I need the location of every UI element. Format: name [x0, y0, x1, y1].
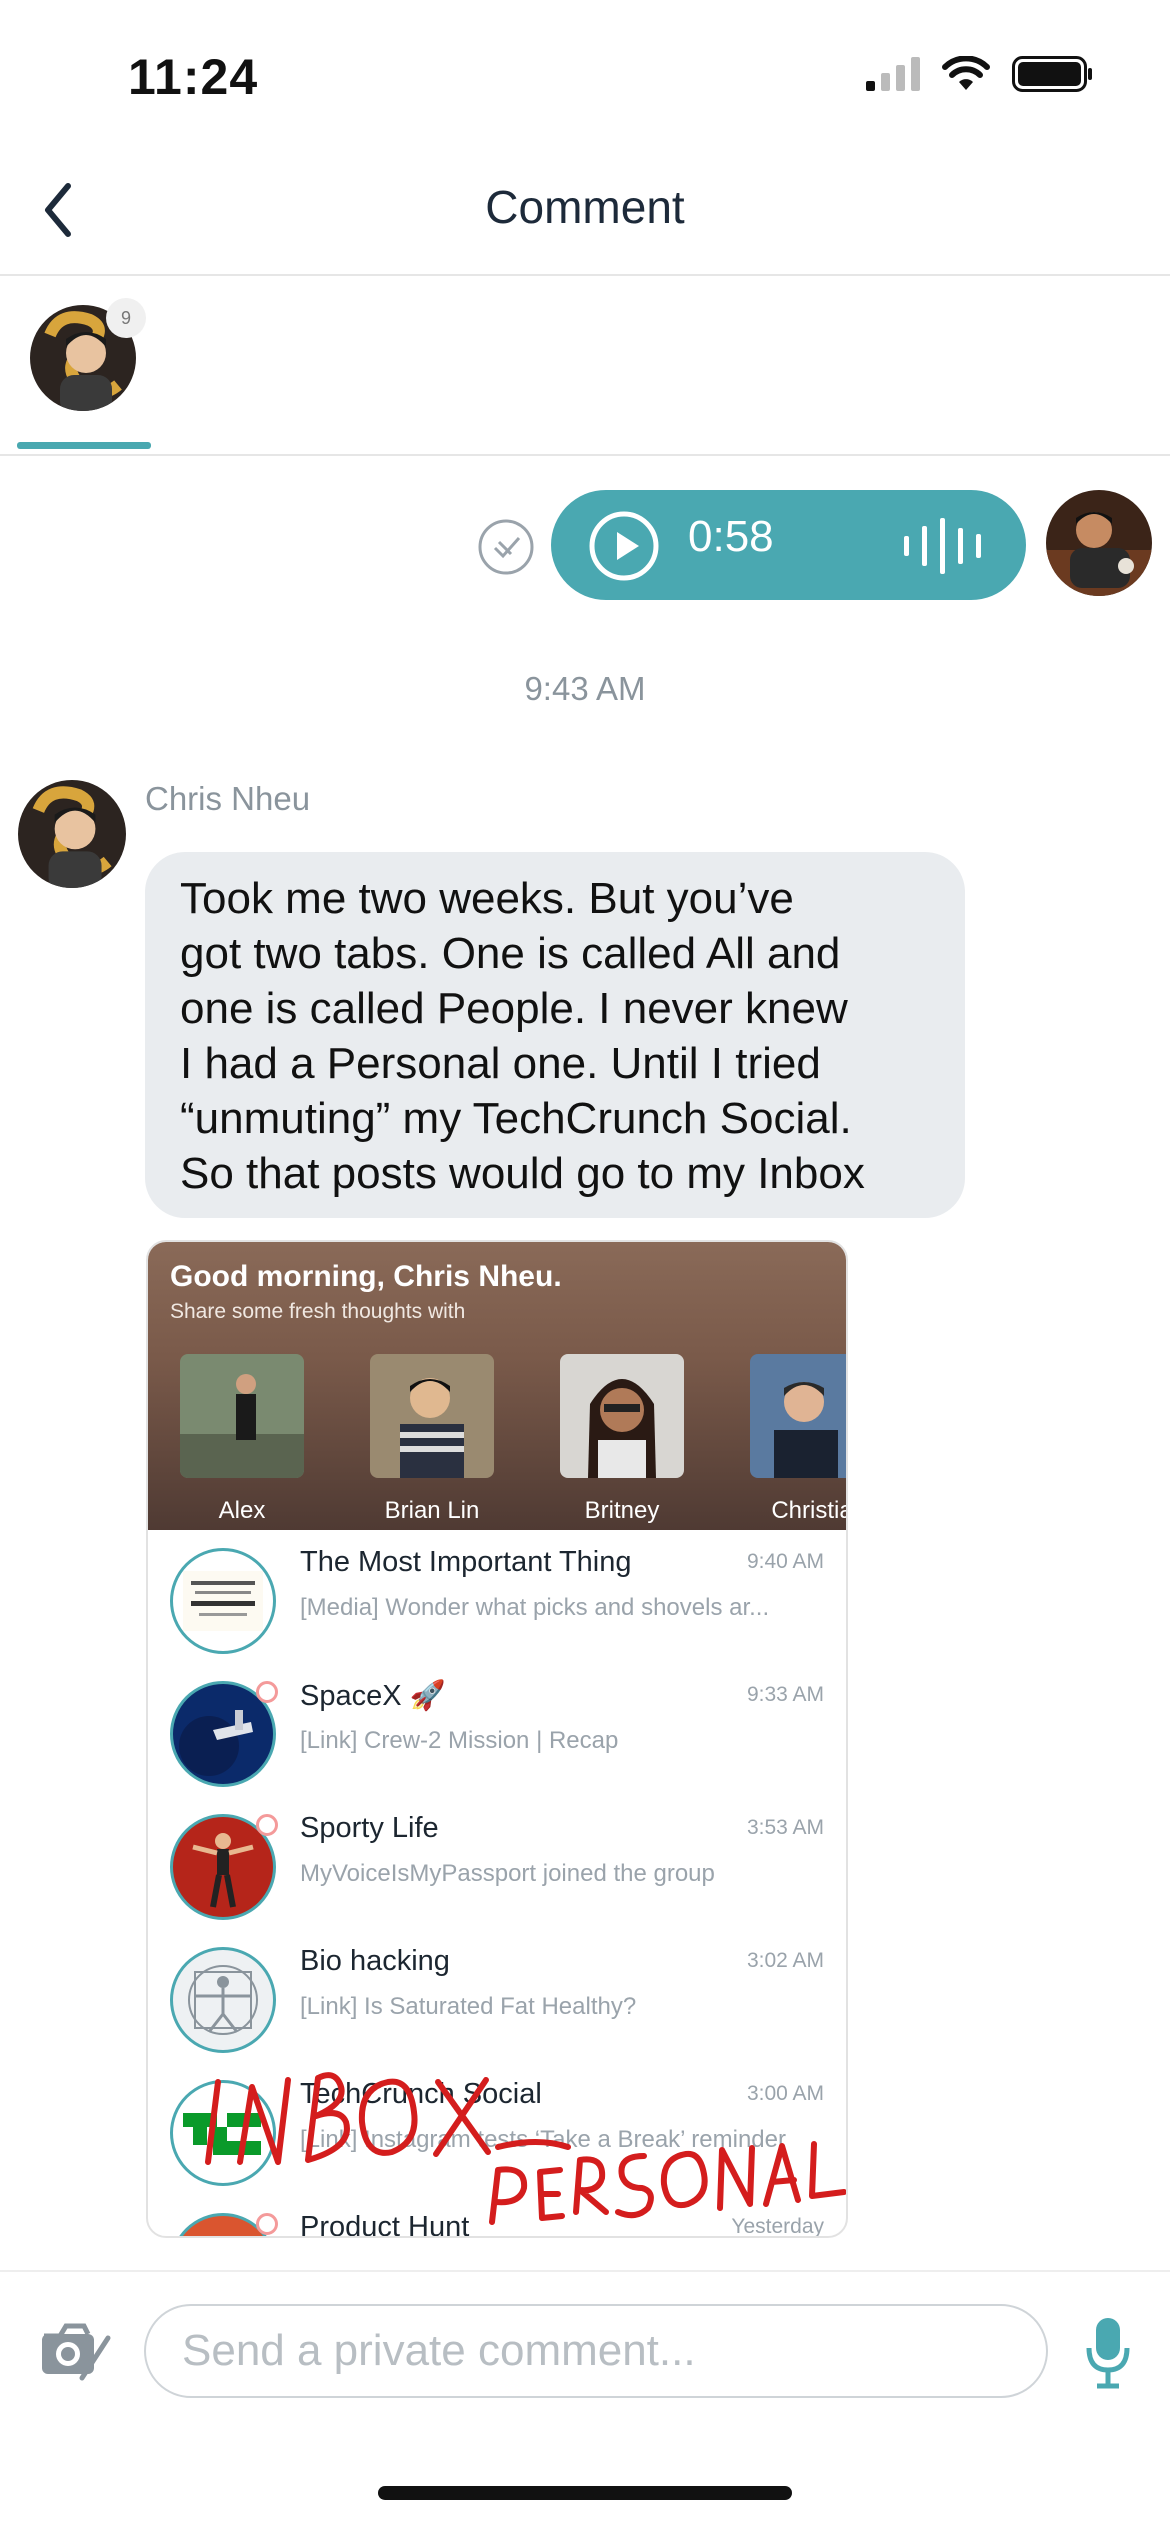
play-icon[interactable]	[588, 510, 660, 582]
mic-icon[interactable]	[1085, 2316, 1131, 2390]
screenshot-attachment[interactable]: Good morning, Chris Nheu. Share some fre…	[146, 1240, 848, 2238]
sender-name: Chris Nheu	[145, 780, 311, 817]
voice-duration: 0:58	[688, 512, 774, 561]
tabs-divider	[0, 454, 1170, 456]
message-line: Took me two weeks. But you’ve	[180, 874, 794, 923]
wifi-icon	[942, 56, 990, 90]
avatar	[1046, 490, 1152, 596]
handwritten-annotation	[205, 2072, 846, 2225]
message-line: got two tabs. One is called All and	[180, 929, 841, 978]
message-text: Took me two weeks. But you’ve got two ta…	[180, 871, 960, 1201]
composer-divider	[0, 2270, 1170, 2272]
message-line: “unmuting” my TechCrunch Social.	[180, 1094, 852, 1143]
waveform-icon	[904, 518, 981, 574]
message-line: one is called People. I never knew	[180, 984, 848, 1033]
status-time: 11:24	[128, 49, 259, 105]
page-title: Comment	[485, 181, 685, 233]
message-timestamp: 9:43 AM	[524, 670, 646, 707]
sent-check-icon	[478, 519, 534, 575]
message-line: I had a Personal one. Until I tried	[180, 1039, 821, 1088]
home-indicator	[378, 2486, 792, 2500]
tab-badge: 9	[106, 298, 146, 338]
my-avatar[interactable]	[1046, 490, 1152, 596]
private-comment-input[interactable]	[144, 2304, 1048, 2398]
battery-icon	[1012, 56, 1092, 92]
camera-icon[interactable]	[38, 2318, 112, 2384]
avatar	[18, 780, 126, 888]
signal-icon	[866, 57, 920, 91]
sender-avatar[interactable]	[18, 780, 126, 888]
header-divider	[0, 274, 1170, 276]
status-icons	[866, 56, 1094, 92]
message-line: So that posts would go to my Inbox	[180, 1149, 865, 1198]
tab-active-indicator	[17, 442, 151, 449]
